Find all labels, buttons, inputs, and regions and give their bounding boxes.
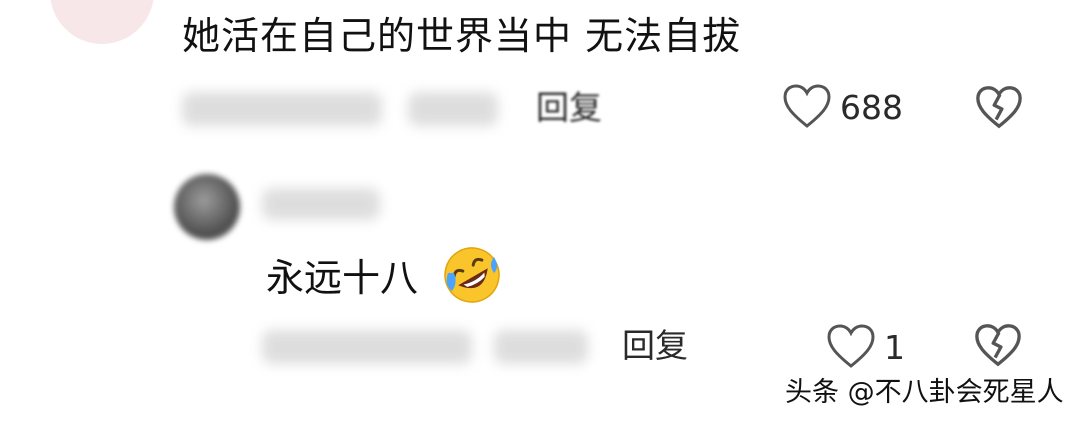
like-count: 688 [840,88,903,127]
comment-text: 她活在自己的世界当中 无法自拔 [182,14,742,58]
rolling-on-floor-laughing-icon [444,247,500,303]
heart-icon-nested[interactable] [826,322,876,372]
reply-location-blurred [494,330,588,364]
reply-meta-blurred [262,330,472,364]
comment-location-blurred [408,92,498,126]
reply-avatar[interactable] [174,174,240,240]
watermark: 头条 @不八卦会死星人 [785,377,1064,408]
reply-username-blurred [262,188,380,220]
reply-button[interactable]: 回复 [536,88,602,128]
commenter-avatar[interactable] [50,0,154,44]
comment-meta-blurred [182,92,382,126]
reply-text: 永远十八 [266,256,419,300]
reply-button-nested[interactable]: 回复 [622,326,688,366]
heart-icon[interactable] [782,82,832,132]
like-count-nested: 1 [884,328,905,367]
broken-heart-icon-nested[interactable] [974,322,1022,370]
broken-heart-icon[interactable] [975,84,1023,132]
